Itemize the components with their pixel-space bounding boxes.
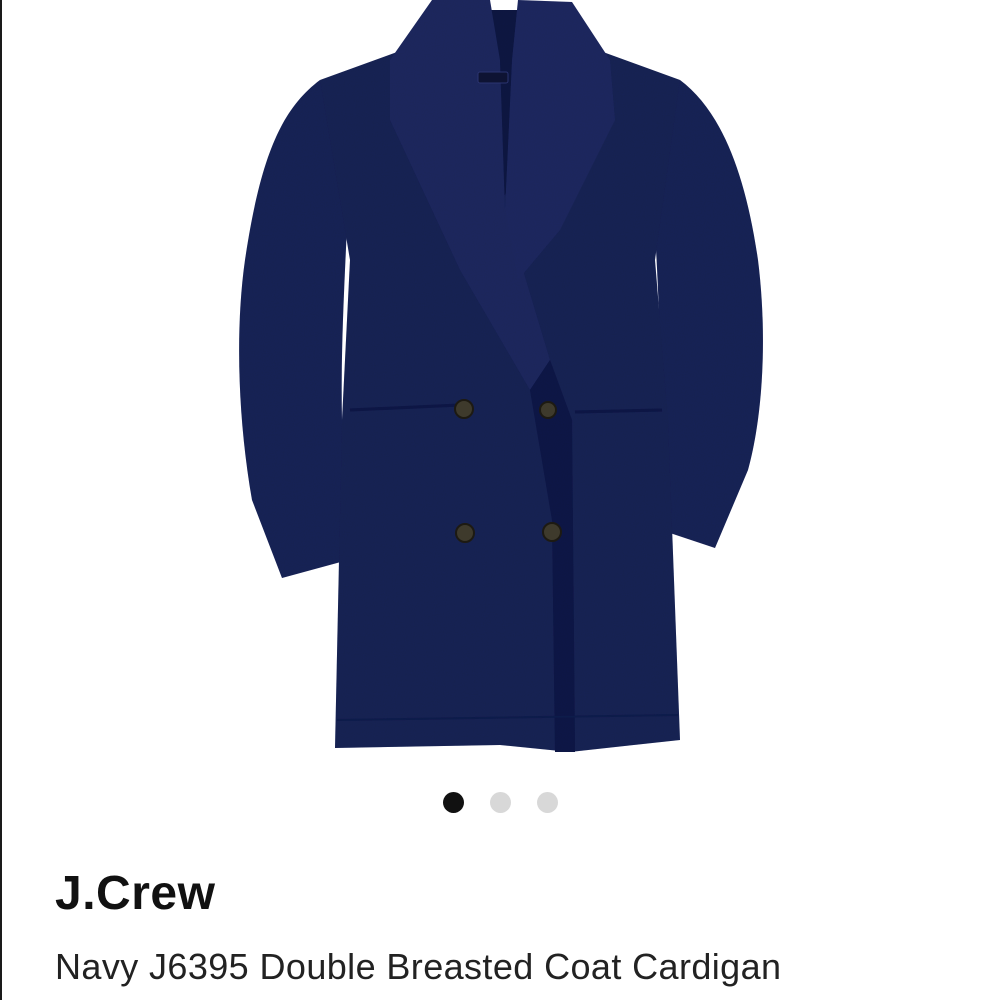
- carousel-dot-3[interactable]: [536, 791, 558, 813]
- image-carousel-indicator: [0, 791, 1000, 813]
- neck-label-icon: [477, 71, 509, 84]
- product-title: Navy J6395 Double Breasted Coat Cardigan: [55, 946, 782, 987]
- brand-name[interactable]: J.Crew: [55, 866, 215, 922]
- carousel-dot-2[interactable]: [489, 791, 511, 813]
- carousel-dot-1[interactable]: [442, 791, 464, 813]
- product-image[interactable]: [200, 0, 800, 770]
- screen-edge-divider: [0, 0, 2, 1000]
- right-pocket-edge: [574, 408, 663, 414]
- coat-illustration: [239, 0, 763, 752]
